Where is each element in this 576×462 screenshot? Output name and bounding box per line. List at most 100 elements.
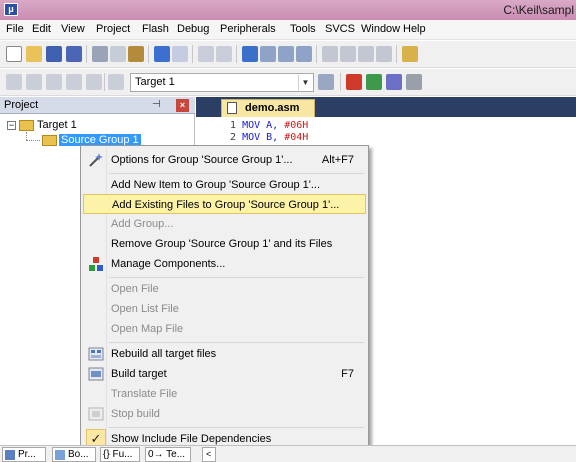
tab-functions[interactable]: {} Fu... bbox=[100, 447, 140, 462]
tree-connector bbox=[26, 132, 27, 140]
menu-tools[interactable]: Tools bbox=[290, 23, 316, 35]
paste-icon[interactable] bbox=[128, 46, 144, 62]
menu-window[interactable]: Window bbox=[361, 23, 400, 35]
tree-collapse-toggle[interactable]: − bbox=[7, 121, 16, 130]
open-file-icon[interactable] bbox=[26, 46, 42, 62]
code-line[interactable]: 1 MOV A, #06H bbox=[230, 120, 308, 131]
menu-view[interactable]: View bbox=[61, 23, 85, 35]
menu-manage-components[interactable]: Manage Components... bbox=[83, 254, 366, 274]
prev-bookmark-icon[interactable] bbox=[260, 46, 276, 62]
editor-tab-strip: demo.asm bbox=[196, 97, 576, 117]
menu-item-label: Build target bbox=[111, 368, 167, 380]
tabs-scroll-left[interactable]: < bbox=[202, 447, 216, 462]
tab-label: 0→ Te... bbox=[148, 449, 186, 460]
download-icon[interactable] bbox=[108, 74, 124, 90]
menu-item-label: Manage Components... bbox=[111, 258, 226, 270]
menu-translate-file[interactable]: Translate File bbox=[83, 384, 366, 404]
target-folder-icon bbox=[19, 120, 34, 131]
new-file-icon[interactable] bbox=[6, 46, 22, 62]
comment-icon[interactable] bbox=[358, 46, 374, 62]
menu-item-label: Open Map File bbox=[111, 323, 184, 335]
build-toolbar: Target 1 ▼ bbox=[0, 69, 576, 96]
clear-bookmarks-icon[interactable] bbox=[296, 46, 312, 62]
navigate-back-icon[interactable] bbox=[198, 46, 214, 62]
menu-item-label: Open List File bbox=[111, 303, 179, 315]
menu-options-for-group[interactable]: Options for Group 'Source Group 1'... Al… bbox=[83, 150, 366, 170]
menu-add-existing-files[interactable]: Add Existing Files to Group 'Source Grou… bbox=[83, 194, 366, 214]
menu-item-label: Translate File bbox=[111, 388, 178, 400]
editor-tab-demo[interactable]: demo.asm bbox=[221, 99, 315, 117]
menu-item-label: Rebuild all target files bbox=[111, 348, 217, 360]
build-toolbar-icon[interactable] bbox=[26, 74, 42, 90]
editor-tab-label: demo.asm bbox=[245, 102, 300, 114]
pack-installer-icon[interactable] bbox=[406, 74, 422, 90]
manage-rte-icon[interactable] bbox=[366, 74, 382, 90]
target-options-icon[interactable] bbox=[318, 74, 334, 90]
bookmark-icon[interactable] bbox=[242, 46, 258, 62]
uncomment-icon[interactable] bbox=[376, 46, 392, 62]
menu-stop-build[interactable]: Stop build bbox=[83, 404, 366, 424]
redo-icon[interactable] bbox=[172, 46, 188, 62]
menu-open-file[interactable]: Open File bbox=[83, 279, 366, 299]
stop-build-toolbar-icon[interactable] bbox=[86, 74, 102, 90]
menu-svcs[interactable]: SVCS bbox=[325, 23, 355, 35]
save-icon[interactable] bbox=[46, 46, 62, 62]
stop-build-icon bbox=[88, 407, 104, 421]
menu-item-label: Show Include File Dependencies bbox=[111, 433, 272, 445]
menu-debug[interactable]: Debug bbox=[177, 23, 209, 35]
menu-open-map-file[interactable]: Open Map File bbox=[83, 319, 366, 339]
menu-rebuild-all[interactable]: Rebuild all target files bbox=[83, 344, 366, 364]
menu-bar: File Edit View Project Flash Debug Perip… bbox=[0, 20, 576, 40]
menu-peripherals[interactable]: Peripherals bbox=[220, 23, 276, 35]
rebuild-icon bbox=[88, 347, 104, 361]
batch-build-icon[interactable] bbox=[66, 74, 82, 90]
target-select[interactable]: Target 1 ▼ bbox=[130, 73, 314, 92]
tab-project[interactable]: Pr... bbox=[2, 447, 46, 462]
menu-shortcut: F7 bbox=[341, 368, 354, 380]
translate-icon[interactable] bbox=[6, 74, 22, 90]
keil-app-icon[interactable]: μ bbox=[4, 3, 18, 16]
menu-item-label: Options for Group 'Source Group 1'... bbox=[111, 154, 293, 166]
pin-icon[interactable]: ⊣ bbox=[152, 99, 161, 110]
code-opcode: MOV bbox=[242, 132, 261, 143]
menu-build-target[interactable]: Build target F7 bbox=[83, 364, 366, 384]
menu-separator bbox=[109, 277, 364, 278]
close-icon[interactable]: × bbox=[176, 99, 189, 112]
toolbar-separator bbox=[340, 73, 341, 91]
tab-books[interactable]: Bo... bbox=[52, 447, 96, 462]
menu-project[interactable]: Project bbox=[96, 23, 130, 35]
menu-edit[interactable]: Edit bbox=[32, 23, 51, 35]
toolbar-separator bbox=[316, 45, 317, 63]
code-line[interactable]: 2 MOV B, #04H bbox=[230, 132, 308, 143]
next-bookmark-icon[interactable] bbox=[278, 46, 294, 62]
menu-help[interactable]: Help bbox=[403, 23, 426, 35]
project-panel-header: Project ⊣ × bbox=[0, 97, 195, 114]
chevron-down-icon[interactable]: ▼ bbox=[298, 75, 312, 90]
menu-flash[interactable]: Flash bbox=[142, 23, 169, 35]
undo-icon[interactable] bbox=[154, 46, 170, 62]
find-in-files-icon[interactable] bbox=[402, 46, 418, 62]
menu-open-list-file[interactable]: Open List File bbox=[83, 299, 366, 319]
menu-add-group[interactable]: Add Group... bbox=[83, 214, 366, 234]
code-immediate: #04H bbox=[284, 132, 309, 143]
tab-templates[interactable]: 0→ Te... bbox=[145, 447, 191, 462]
menu-remove-group[interactable]: Remove Group 'Source Group 1' and its Fi… bbox=[83, 234, 366, 254]
tree-item-target[interactable]: Target 1 bbox=[37, 119, 77, 131]
rebuild-toolbar-icon[interactable] bbox=[46, 74, 62, 90]
indent-icon[interactable] bbox=[322, 46, 338, 62]
menu-item-label: Open File bbox=[111, 283, 159, 295]
copy-icon[interactable] bbox=[110, 46, 126, 62]
standard-toolbar bbox=[0, 41, 576, 68]
menu-add-new-item[interactable]: Add New Item to Group 'Source Group 1'..… bbox=[83, 175, 366, 195]
navigate-forward-icon[interactable] bbox=[216, 46, 232, 62]
manage-project-items-icon[interactable] bbox=[346, 74, 362, 90]
target-select-value: Target 1 bbox=[135, 76, 175, 88]
menu-item-label: Add Existing Files to Group 'Source Grou… bbox=[112, 199, 340, 211]
cut-icon[interactable] bbox=[92, 46, 108, 62]
tab-label: Pr... bbox=[18, 449, 36, 460]
tab-label: Bo... bbox=[68, 449, 89, 460]
select-packs-icon[interactable] bbox=[386, 74, 402, 90]
save-all-icon[interactable] bbox=[66, 46, 82, 62]
menu-file[interactable]: File bbox=[6, 23, 24, 35]
unindent-icon[interactable] bbox=[340, 46, 356, 62]
